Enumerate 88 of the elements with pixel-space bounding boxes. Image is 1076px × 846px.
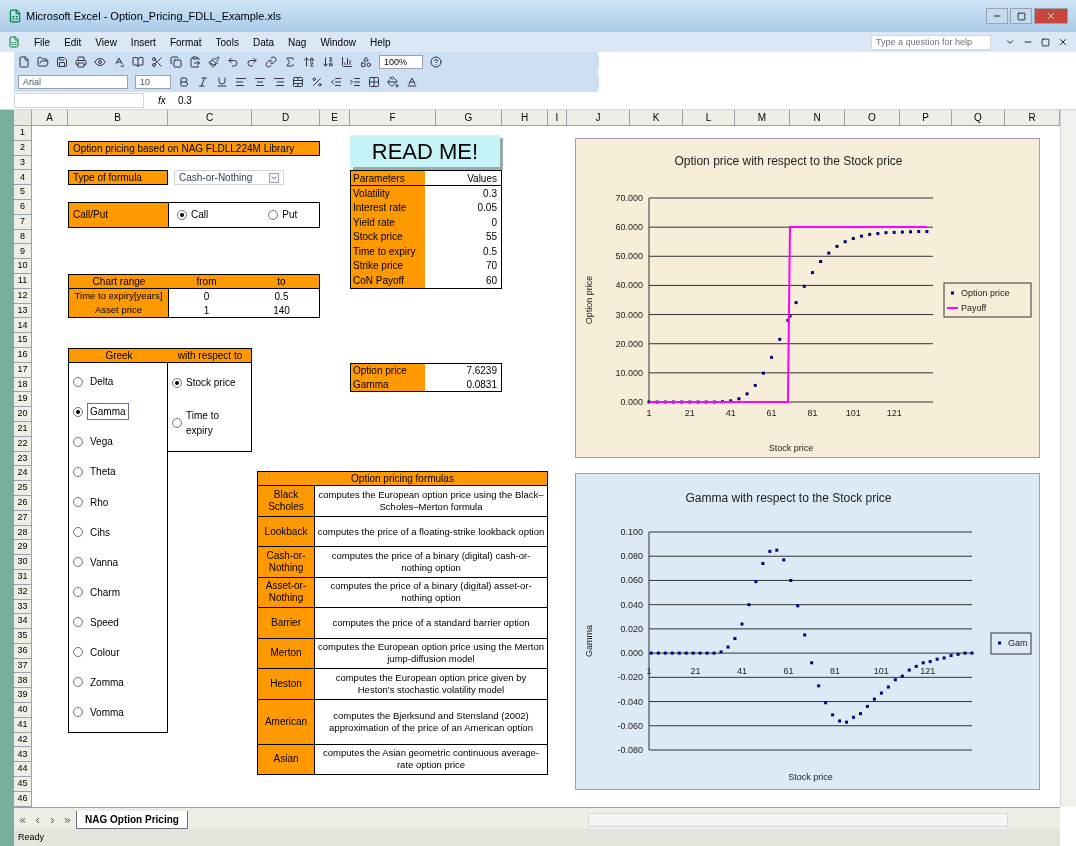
row-label: Lookback bbox=[258, 516, 315, 547]
option-label: Time to expiry bbox=[186, 408, 220, 438]
formula-value: 0.3 bbox=[178, 94, 192, 108]
axis-tick-label: 30.000 bbox=[615, 309, 643, 320]
window-title: Microsoft Excel - Option_Pricing_FDLL_Example.xls bbox=[26, 8, 281, 24]
axis-tick-label: 0.080 bbox=[620, 551, 643, 562]
option-label: Put bbox=[282, 208, 298, 223]
axis-tick-label: -0.060 bbox=[617, 720, 643, 731]
axis-tick-label: 40.000 bbox=[615, 280, 643, 291]
field-label: Type of formula bbox=[68, 170, 168, 186]
legend-label: Option price bbox=[961, 288, 1010, 298]
axis-tick-label: 10.000 bbox=[615, 367, 643, 378]
function-label: fx bbox=[158, 94, 167, 108]
row-label: Cash-or-Nothing bbox=[258, 547, 315, 577]
option-label: Gamma bbox=[87, 403, 129, 421]
axis-title: Stock price bbox=[768, 443, 814, 453]
row-label: Yield rate bbox=[351, 215, 425, 230]
option-label: Colour bbox=[89, 645, 121, 660]
table-header: to bbox=[244, 274, 319, 290]
chart-title: Option price with respect to the Stock price bbox=[674, 154, 903, 168]
axis-tick-label: 61 bbox=[766, 408, 777, 418]
field-label: Call/Put bbox=[69, 203, 169, 227]
title-banner: Option pricing based on NAG FLDLL224M Library bbox=[68, 140, 320, 156]
row-label: Time to expiry[years] bbox=[69, 289, 169, 304]
axis-tick-label: 121 bbox=[920, 666, 936, 677]
axis-tick-label: 50.000 bbox=[615, 251, 643, 262]
row-label: Barrier bbox=[258, 608, 315, 638]
status-text: Ready bbox=[18, 830, 44, 844]
axis-tick-label: 61 bbox=[783, 666, 794, 677]
table-header: from bbox=[169, 274, 244, 290]
axis-tick-label: 101 bbox=[873, 666, 889, 677]
row-label: American bbox=[258, 699, 315, 744]
axis-tick-label: 0.060 bbox=[620, 575, 643, 586]
axis-tick-label: 21 bbox=[684, 408, 695, 418]
axis-tick-label: 0.040 bbox=[620, 599, 643, 610]
axis-tick-label: 41 bbox=[736, 666, 747, 677]
axis-tick-label: 1 bbox=[646, 408, 652, 418]
axis-tick-label: -0.020 bbox=[617, 672, 643, 683]
option-label: Vomma bbox=[89, 705, 125, 720]
row-label: Time to expiry bbox=[351, 244, 425, 259]
axis-tick-label: 121 bbox=[886, 408, 902, 418]
table-header: Values bbox=[425, 171, 501, 186]
option-label: Vega bbox=[89, 435, 114, 450]
row-label: Asset price bbox=[69, 303, 169, 318]
table-header: Parameters bbox=[351, 171, 425, 186]
option-label: Cihs bbox=[89, 525, 111, 540]
option-label: Call bbox=[191, 208, 209, 223]
axis-tick-label: 81 bbox=[807, 408, 818, 418]
axis-tick-label: 60.000 bbox=[615, 222, 643, 233]
axis-tick-label: 20.000 bbox=[615, 338, 643, 349]
option-label: Rho bbox=[89, 495, 110, 510]
row-label: Asian bbox=[258, 744, 315, 775]
row-label: CoN Payoff bbox=[351, 273, 425, 288]
option-label: Vanna bbox=[89, 555, 120, 570]
axis-title: Gamma bbox=[584, 625, 594, 657]
option-label: Stock price bbox=[186, 376, 236, 391]
axis-tick-label: 41 bbox=[725, 408, 736, 418]
legend-label: Payoff bbox=[961, 303, 987, 313]
table-header: Greek bbox=[104, 348, 134, 362]
axis-tick-label: 0.020 bbox=[620, 623, 643, 634]
axis-title: Option price bbox=[584, 275, 594, 325]
axis-tick-label: -0.040 bbox=[617, 696, 643, 707]
axis-tick-label: 0.000 bbox=[620, 397, 643, 407]
table-header: Chart range bbox=[69, 274, 169, 290]
axis-tick-label: 1 bbox=[646, 666, 652, 677]
axis-tick-label: 70.000 bbox=[615, 193, 643, 203]
axis-tick-label: 0.000 bbox=[620, 648, 643, 659]
option-label: Zomma bbox=[89, 675, 125, 690]
option-label: Theta bbox=[89, 465, 117, 480]
axis-tick-label: 21 bbox=[690, 666, 701, 677]
axis-tick-label: -0.080 bbox=[617, 745, 643, 755]
option-label: Delta bbox=[89, 375, 115, 390]
row-label: Option price bbox=[351, 363, 425, 378]
row-label: Heston bbox=[258, 669, 315, 699]
option-label: Speed bbox=[89, 615, 120, 630]
legend-label: Gam bbox=[1008, 638, 1028, 648]
row-label: Black Scholes bbox=[258, 486, 315, 516]
axis-title: Stock price bbox=[788, 772, 833, 782]
table-header: with respect to bbox=[176, 348, 244, 362]
option-label: Charm bbox=[89, 585, 121, 600]
axis-tick-label: 81 bbox=[829, 666, 840, 677]
row-label: Merton bbox=[258, 638, 315, 669]
row-label: Interest rate bbox=[351, 200, 425, 216]
axis-tick-label: 0.100 bbox=[620, 527, 643, 537]
chart-title: Gamma with respect to the Stock price bbox=[685, 491, 892, 505]
table-header: Option pricing formulas bbox=[258, 472, 547, 487]
axis-tick-label: 101 bbox=[845, 408, 861, 418]
row-label: Asset-or-Nothing bbox=[258, 577, 315, 608]
